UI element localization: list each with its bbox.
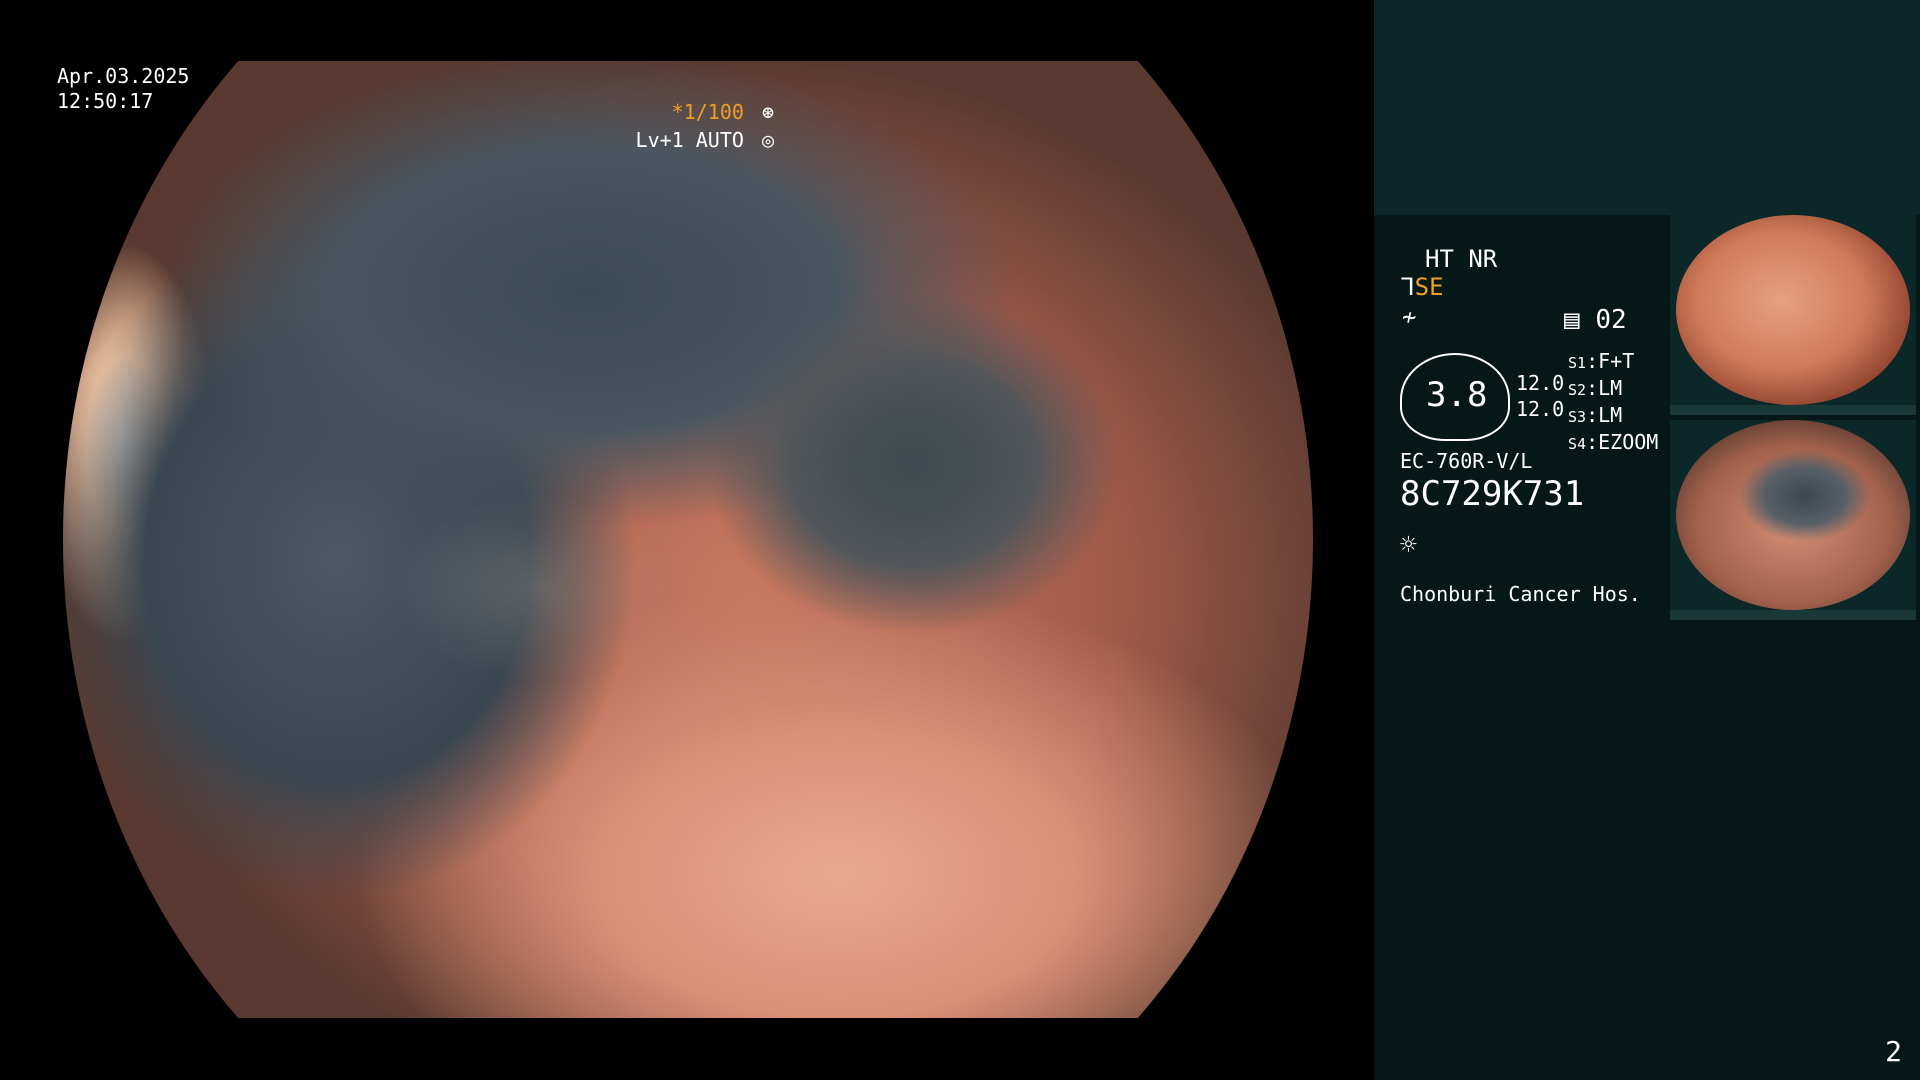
s-row: S4:EZOOM <box>1568 430 1659 454</box>
shutter-row: *1/100 ⊛ <box>630 98 774 126</box>
s-key: S1 <box>1568 354 1587 372</box>
sun-icon: ☼ <box>1400 528 1417 561</box>
thumbnail-image <box>1676 215 1910 405</box>
s-list: S1:F+T S2:LM S3:LM S4:EZOOM <box>1568 349 1658 457</box>
preset-row: ▤ 02 <box>1564 305 1627 335</box>
thumbnail-image <box>1676 420 1910 610</box>
value-main: 3.8 <box>1426 375 1488 415</box>
scope-id: 8C729K731 <box>1400 474 1585 514</box>
wave-icon: ≁ <box>1402 303 1417 331</box>
date-label: Apr.03.2025 <box>57 64 190 88</box>
endoscopy-image <box>63 61 1313 1018</box>
hospital-name: Chonburi Cancer Hos. <box>1400 582 1641 606</box>
se-row: ᒣSE <box>1400 273 1444 301</box>
mode-label: HT NR <box>1425 245 1498 273</box>
s-value: EZOOM <box>1598 430 1659 454</box>
s-value: LM <box>1598 403 1623 427</box>
aperture-icon: ⊛ <box>761 100 774 124</box>
s-row: S3:LM <box>1568 403 1623 427</box>
value-badge: 3.8 <box>1400 353 1510 441</box>
side-panel: HT NR ᒣSE ≁ ▤ 02 3.8 12.0 12.0 S1:F+T S2… <box>1374 0 1920 1080</box>
thumbnail-caption-bar <box>1670 405 1916 415</box>
endoscope-main-view: Apr.03.2025 12:50:17 *1/100 ⊛ Lv+1 AUTO … <box>0 0 1374 1080</box>
level-row: Lv+1 AUTO ◎ <box>630 126 774 154</box>
s-value: F+T <box>1598 349 1635 373</box>
thumbnail[interactable] <box>1670 215 1916 415</box>
datetime: Apr.03.2025 12:50:17 <box>57 64 189 114</box>
scope-tip-icon: ᒣ <box>1400 273 1415 301</box>
s-value: LM <box>1598 376 1623 400</box>
s-row: S2:LM <box>1568 376 1623 400</box>
preset-label: 02 <box>1595 305 1627 335</box>
s-key: S2 <box>1568 381 1587 399</box>
scope-info: HT NR ᒣSE ≁ ▤ 02 3.8 12.0 12.0 S1:F+T S2… <box>1374 215 1669 625</box>
s-key: S3 <box>1568 408 1587 426</box>
s-row: S1:F+T <box>1568 349 1635 373</box>
scope-model: EC-760R-V/L <box>1400 449 1533 473</box>
thumbnail[interactable] <box>1670 420 1916 620</box>
shutter-label: *1/100 <box>671 100 744 124</box>
page-number: 2 <box>1885 1035 1902 1068</box>
se-label: SE <box>1414 273 1444 301</box>
value-b: 12.0 <box>1516 397 1565 421</box>
status-top: *1/100 ⊛ Lv+1 AUTO ◎ <box>630 98 774 154</box>
document-icon: ▤ <box>1564 305 1580 335</box>
auto-exposure-icon: ◎ <box>761 128 774 152</box>
side-panel-header <box>1374 0 1920 215</box>
time-label: 12:50:17 <box>57 89 154 113</box>
level-label: Lv+1 AUTO <box>635 128 744 152</box>
thumbnail-caption-bar <box>1670 610 1916 620</box>
s-key: S4 <box>1568 435 1587 453</box>
value-a: 12.0 <box>1516 371 1565 395</box>
